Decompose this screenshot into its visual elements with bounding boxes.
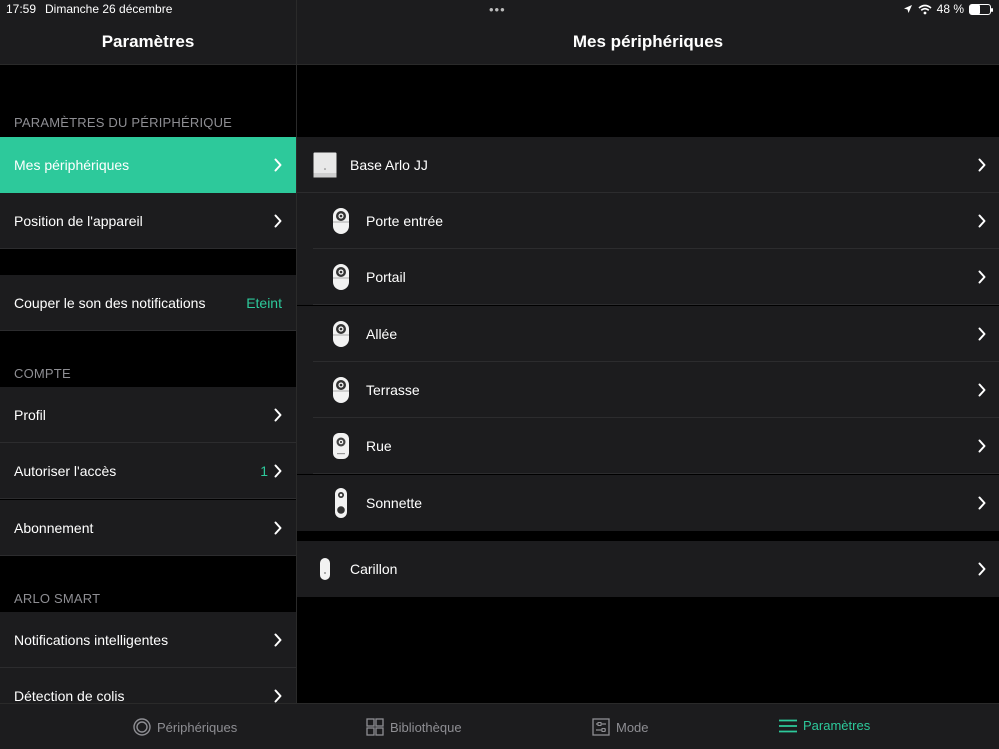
chevron-right-icon: [274, 521, 282, 534]
tab-label: Mode: [616, 719, 649, 735]
device-row-doorbell[interactable]: Sonnette: [297, 475, 999, 531]
settings-menu-icon: [779, 719, 797, 732]
device-row-chime[interactable]: Carillon: [297, 541, 999, 597]
tab-library[interactable]: Bibliothèque: [366, 718, 462, 736]
menu-item-label: Profil: [14, 406, 46, 423]
settings-title: Paramètres: [101, 32, 195, 51]
device-name: Allée: [366, 326, 398, 342]
chevron-right-icon: [274, 464, 282, 477]
base-station-icon: [313, 152, 337, 178]
camera-icon: [332, 376, 350, 404]
menu-item-label: Autoriser l'accès: [14, 462, 117, 479]
tab-label: Bibliothèque: [390, 719, 462, 735]
device-name: Terrasse: [366, 382, 420, 398]
menu-item-mute-notifications[interactable]: Couper le son des notifications Eteint: [0, 275, 296, 331]
device-row-camera[interactable]: Portail: [297, 249, 999, 305]
chime-icon: [319, 557, 331, 581]
settings-panel: Paramètres PARAMÈTRES DU PÉRIPHÉRIQUE Me…: [0, 0, 296, 703]
device-name: Sonnette: [366, 495, 423, 511]
tab-settings[interactable]: Paramètres: [779, 718, 870, 733]
section-account: COMPTE: [14, 366, 71, 381]
chevron-right-icon: [978, 327, 986, 341]
status-bar: 17:59 Dimanche 26 décembre ••• 48 %: [0, 0, 999, 20]
library-grid-icon: [366, 718, 384, 736]
menu-item-label: Notifications intelligentes: [14, 631, 169, 648]
tab-mode[interactable]: Mode: [592, 718, 649, 736]
menu-item-my-devices[interactable]: Mes périphériques: [0, 137, 296, 193]
chevron-right-icon: [274, 633, 282, 646]
tab-label: Périphériques: [157, 719, 238, 735]
device-row-camera[interactable]: Rue: [297, 418, 999, 474]
menu-item-subscription[interactable]: Abonnement: [0, 500, 296, 556]
device-name: Base Arlo JJ: [350, 157, 428, 173]
device-name: Porte entrée: [366, 213, 444, 229]
camera-icon: [332, 432, 350, 460]
status-time: 17:59: [6, 2, 37, 16]
device-name: Rue: [366, 438, 392, 454]
chevron-right-icon: [978, 158, 986, 172]
camera-icon: [332, 320, 350, 348]
device-row-base[interactable]: Base Arlo JJ: [297, 137, 999, 193]
access-count-badge: 1: [260, 462, 268, 479]
menu-item-device-position[interactable]: Position de l'appareil: [0, 193, 296, 249]
chevron-right-icon: [274, 214, 282, 227]
menu-item-package-detection[interactable]: Détection de colis: [0, 668, 296, 703]
wifi-icon: [918, 4, 932, 14]
tab-label: Paramètres: [803, 718, 871, 733]
tab-devices[interactable]: Périphériques: [133, 718, 237, 736]
chevron-right-icon: [274, 689, 282, 702]
chevron-right-icon: [978, 439, 986, 453]
menu-item-label: Abonnement: [14, 519, 94, 536]
devices-title: Mes périphériques: [572, 32, 724, 51]
device-name: Carillon: [350, 561, 398, 577]
device-row-camera[interactable]: Terrasse: [297, 362, 999, 418]
menu-item-label: Mes périphériques: [14, 157, 130, 173]
device-row-camera[interactable]: Porte entrée: [297, 193, 999, 249]
battery-icon: [969, 3, 993, 15]
status-date: Dimanche 26 décembre: [45, 2, 173, 16]
device-name: Portail: [366, 269, 406, 285]
camera-icon: [332, 263, 350, 291]
location-arrow-icon: [903, 5, 912, 13]
chevron-right-icon: [978, 214, 986, 228]
menu-item-label: Position de l'appareil: [14, 212, 143, 229]
chevron-right-icon: [978, 562, 986, 576]
menu-item-label: Détection de colis: [14, 687, 125, 704]
devices-panel: Mes périphériques Base Arlo JJ Porte ent…: [297, 0, 999, 703]
chevron-right-icon: [978, 270, 986, 284]
chevron-right-icon: [978, 496, 986, 510]
chevron-right-icon: [274, 408, 282, 421]
tab-bar: Périphériques Bibliothèque Mode Paramètr…: [0, 703, 999, 749]
section-arlo-smart: ARLO SMART: [14, 591, 101, 606]
mute-status-value: Eteint: [246, 294, 282, 311]
section-device-settings: PARAMÈTRES DU PÉRIPHÉRIQUE: [14, 115, 233, 130]
menu-item-profile[interactable]: Profil: [0, 387, 296, 443]
chevron-right-icon: [978, 383, 986, 397]
menu-item-label: Couper le son des notifications: [14, 294, 206, 311]
camera-icon: [332, 207, 350, 235]
device-row-camera[interactable]: Allée: [297, 306, 999, 362]
devices-tab-icon: [133, 718, 151, 736]
chevron-right-icon: [274, 158, 282, 172]
mode-sliders-icon: [592, 718, 610, 736]
doorbell-icon: [334, 487, 348, 519]
multitasking-dots-icon[interactable]: •••: [489, 3, 506, 16]
menu-item-grant-access[interactable]: Autoriser l'accès 1: [0, 443, 296, 499]
battery-percent: 48 %: [936, 2, 964, 16]
menu-item-smart-notifications[interactable]: Notifications intelligentes: [0, 612, 296, 668]
